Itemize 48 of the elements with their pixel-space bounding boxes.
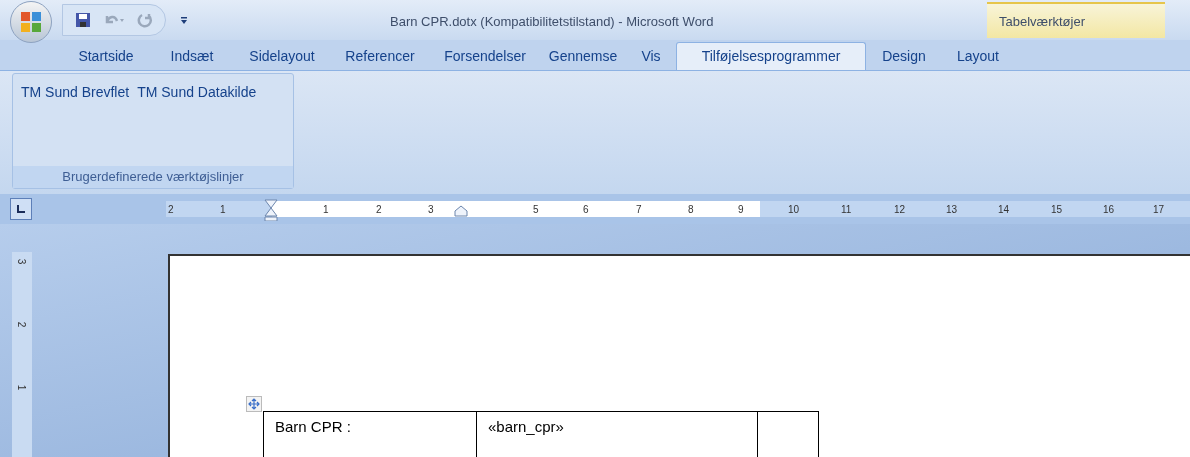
ribbon-tab[interactable]: Indsæt	[150, 42, 234, 70]
tab-selector-button[interactable]	[10, 198, 32, 220]
ruler-number: 6	[583, 203, 589, 217]
group-label: Brugerdefinerede værktøjslinjer	[13, 166, 293, 188]
ruler-number: 8	[688, 203, 694, 217]
toolbar-button[interactable]: TM Sund Brevflet	[21, 82, 130, 102]
ruler-number: 2	[376, 203, 382, 217]
customize-toolbar-icon[interactable]	[180, 15, 188, 25]
office-logo-icon	[20, 11, 42, 33]
ribbon-tab[interactable]: Forsendelser	[430, 42, 540, 70]
ruler-number: 9	[738, 203, 744, 217]
ribbon-tab[interactable]: Vis	[626, 42, 676, 70]
left-tab-icon	[17, 205, 25, 213]
ruler-number: 1	[323, 203, 329, 217]
table-cell: Barn CPR :	[264, 412, 477, 457]
ribbon-tab[interactable]: Sidelayout	[234, 42, 330, 70]
ruler-number: 2	[15, 321, 29, 328]
ruler-number: 11	[841, 203, 852, 217]
office-button[interactable]	[10, 1, 52, 43]
save-icon[interactable]	[75, 12, 91, 28]
indent-marker-icon[interactable]	[264, 199, 278, 221]
ruler-number: 3	[428, 203, 434, 217]
ruler-number: 17	[1153, 203, 1165, 217]
ribbon-tab[interactable]: Startside	[62, 42, 150, 70]
ribbon-tab[interactable]: Design	[866, 42, 942, 70]
ruler-number: 2	[168, 203, 174, 217]
ribbon-tab[interactable]: Referencer	[330, 42, 430, 70]
table-move-handle-icon[interactable]	[246, 396, 262, 412]
redo-icon[interactable]	[137, 12, 153, 28]
toolbar-button[interactable]: TM Sund Datakilde	[137, 82, 257, 102]
ruler-number: 5	[533, 203, 539, 217]
right-indent-marker-icon[interactable]	[454, 205, 468, 217]
ribbon-tab[interactable]: Layout	[942, 42, 1014, 70]
ruler-number: 1	[220, 203, 226, 217]
context-tab-group: Tabelværktøjer	[987, 2, 1165, 38]
table-cell: «barn_cpr»	[477, 412, 758, 457]
ruler-number: 12	[894, 203, 906, 217]
ruler-number: 7	[636, 203, 642, 217]
window-title: Barn CPR.dotx (Kompatibilitetstilstand) - Microsoft Word	[390, 13, 714, 31]
ruler-number: 14	[998, 203, 1010, 217]
ruler-number: 16	[1103, 203, 1115, 217]
ribbon-tab[interactable]: Tilføjelsesprogrammer	[676, 42, 866, 70]
ruler-number: 3	[15, 258, 29, 265]
ruler-number: 1	[15, 384, 29, 391]
ruler-number: 15	[1051, 203, 1063, 217]
ruler-number: 10	[788, 203, 800, 217]
ruler-number: 13	[946, 203, 958, 217]
ribbon-tab[interactable]: Gennemse	[540, 42, 626, 70]
